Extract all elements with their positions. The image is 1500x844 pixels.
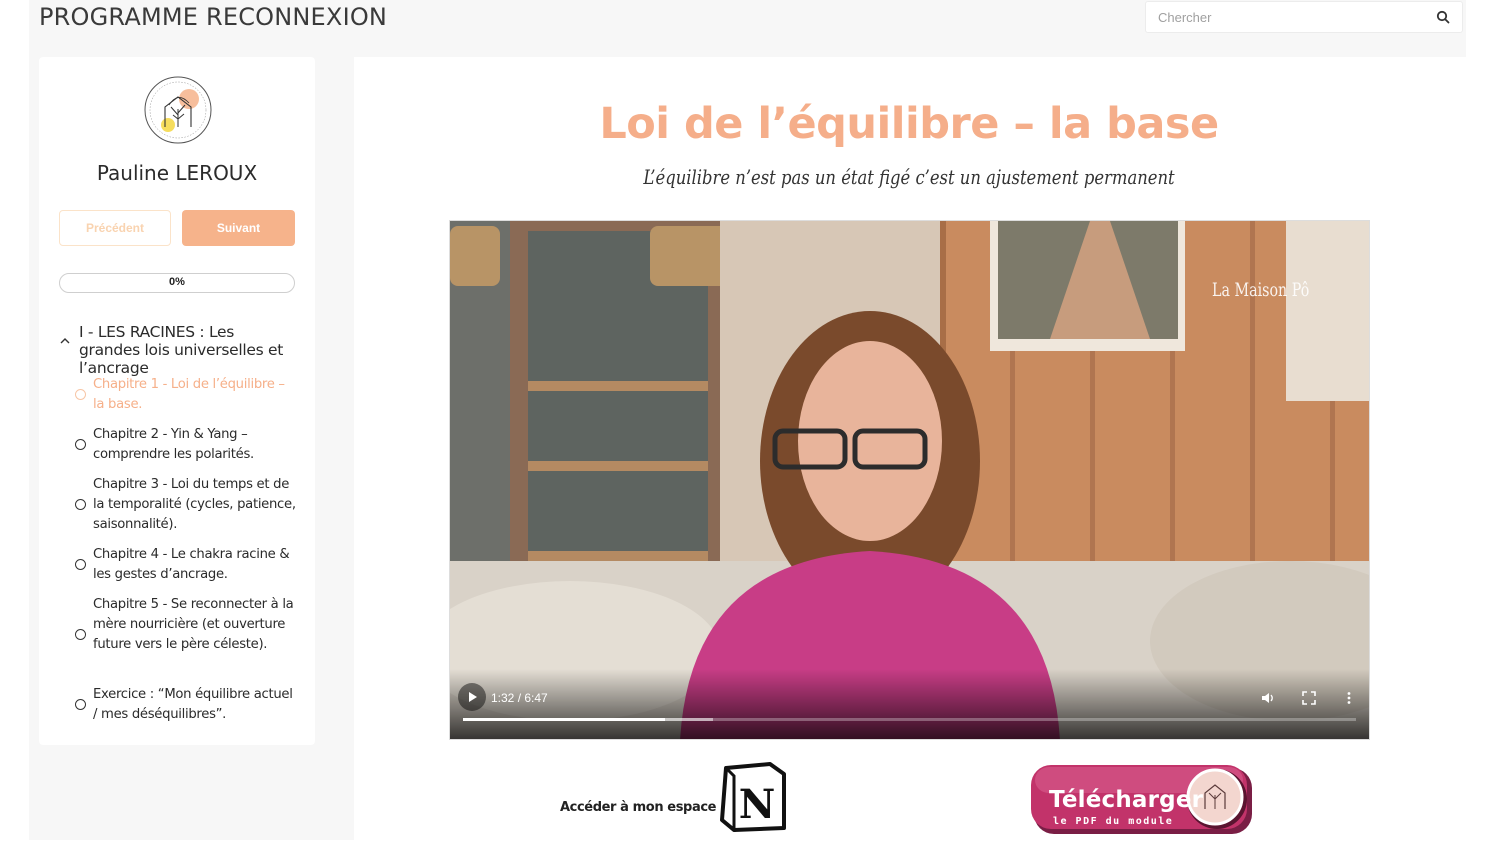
video-player[interactable]: La Maison Pô 1:32 / 6:47 [449, 220, 1370, 740]
search-icon[interactable] [1436, 10, 1450, 24]
more-options-icon[interactable] [1342, 691, 1356, 705]
download-sublabel: le PDF du module [1053, 816, 1174, 827]
chapter-label: Chapitre 3 - Loi du temps et de la tempo… [93, 477, 296, 532]
video-scrubber[interactable] [463, 718, 1356, 721]
progress-bar: 0% [59, 273, 295, 293]
download-label: Télécharger [1049, 787, 1204, 813]
search-box[interactable] [1145, 1, 1463, 33]
page-title: Loi de l’équilibre – la base [599, 99, 1219, 149]
section-title: I - LES RACINES : Les grandes lois unive… [79, 323, 284, 377]
play-icon [469, 692, 477, 702]
volume-icon[interactable] [1261, 691, 1275, 705]
app-title: PROGRAMME RECONNEXION [39, 3, 388, 31]
status-circle-icon [75, 439, 86, 450]
chapter-label: Chapitre 2 - Yin & Yang – comprendre les… [93, 427, 254, 462]
notion-letter: N [739, 781, 776, 828]
main-content: Loi de l’équilibre – la base L’équilibre… [354, 57, 1466, 844]
course-sidebar: Pauline LEROUX Précédent Suivant 0% I - … [39, 57, 315, 745]
video-controls-shade [450, 669, 1369, 739]
video-time: 1:32 / 6:47 [491, 691, 548, 705]
chapter-label: Chapitre 1 - Loi de l’équilibre – la bas… [93, 377, 285, 412]
chapter-label: Chapitre 4 - Le chakra racine & les gest… [93, 547, 290, 582]
chevron-up-icon[interactable] [59, 335, 71, 347]
play-button[interactable] [458, 683, 486, 711]
chapter-label: Exercice : “Mon équilibre actuel / mes d… [93, 687, 293, 722]
status-circle-icon [75, 629, 86, 640]
brand-logo [144, 76, 212, 144]
search-input[interactable] [1146, 2, 1426, 32]
page-subtitle: L’équilibre n’est pas un état figé c’est… [643, 165, 1175, 189]
notion-space-link[interactable]: Accéder à mon espace [560, 800, 716, 815]
download-pdf-button[interactable]: Télécharger le PDF du module [1031, 763, 1255, 836]
user-name: Pauline LEROUX [96, 161, 258, 185]
status-circle-icon [75, 389, 86, 400]
previous-button[interactable]: Précédent [59, 210, 171, 246]
notion-logo-icon[interactable]: N [720, 762, 788, 832]
fullscreen-icon[interactable] [1302, 691, 1316, 705]
status-circle-icon [75, 699, 86, 710]
video-watermark: La Maison Pô [1212, 279, 1310, 301]
chapter-label: Chapitre 5 - Se reconnecter à la mère no… [93, 597, 294, 652]
status-circle-icon [75, 499, 86, 510]
scrubber-played [463, 718, 665, 721]
status-circle-icon [75, 559, 86, 570]
next-button[interactable]: Suivant [182, 210, 295, 246]
progress-label: 0% [169, 276, 185, 288]
